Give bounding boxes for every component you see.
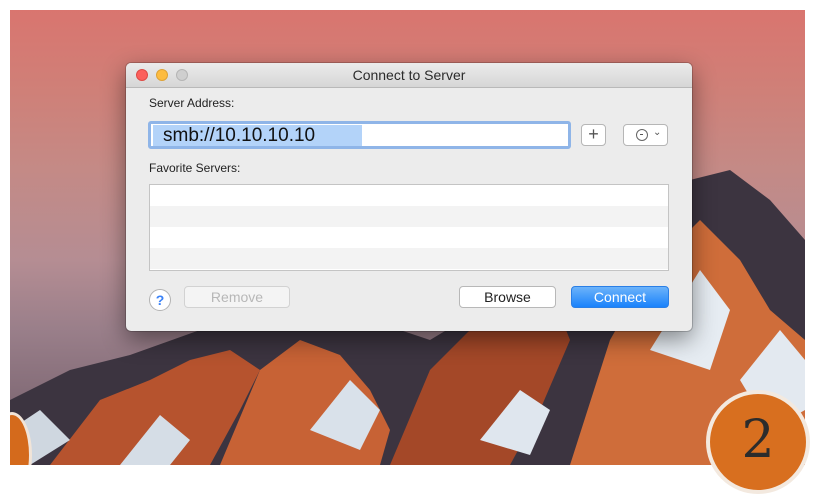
server-address-label: Server Address: <box>149 96 235 110</box>
server-address-field[interactable] <box>148 121 571 149</box>
list-item[interactable] <box>150 185 668 206</box>
list-item[interactable] <box>150 227 668 248</box>
favorite-servers-list[interactable] <box>149 184 669 271</box>
server-address-input[interactable] <box>153 125 362 146</box>
list-item[interactable] <box>150 248 668 269</box>
browse-button[interactable]: Browse <box>459 286 556 308</box>
help-button[interactable]: ? <box>149 289 171 311</box>
title-bar[interactable]: Connect to Server <box>126 63 692 88</box>
connect-to-server-dialog: Connect to Server Server Address: + ⌄ Fa… <box>126 63 692 331</box>
recent-servers-button[interactable]: ⌄ <box>623 124 668 146</box>
add-favorite-button[interactable]: + <box>581 124 606 146</box>
clock-icon <box>636 129 648 141</box>
remove-button: Remove <box>184 286 290 308</box>
chevron-down-icon: ⌄ <box>653 127 662 138</box>
connect-button[interactable]: Connect <box>571 286 669 308</box>
window-title: Connect to Server <box>352 67 466 83</box>
step-number-badge: 2 <box>706 390 810 494</box>
step-number: 2 <box>741 410 775 470</box>
list-item[interactable] <box>150 206 668 227</box>
favorite-servers-label: Favorite Servers: <box>149 161 241 175</box>
